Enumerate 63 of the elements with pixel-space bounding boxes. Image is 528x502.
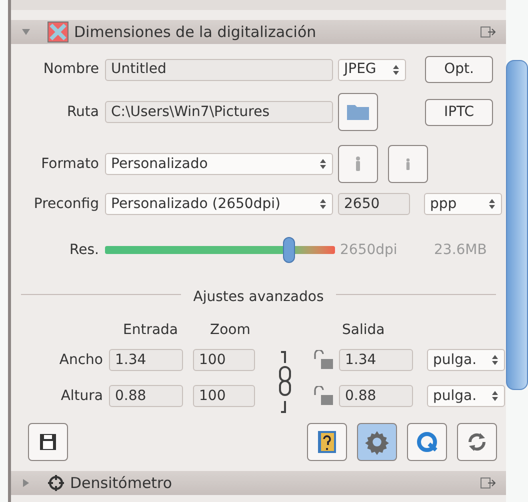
updown-icon — [491, 354, 499, 366]
save-button[interactable] — [28, 423, 68, 461]
column-header: Zoom — [210, 321, 252, 340]
unit-select[interactable]: ppp — [424, 193, 502, 215]
name-field[interactable]: Untitled — [105, 58, 333, 80]
iptc-button[interactable]: IPTC — [425, 98, 493, 126]
section-title: Densitómetro — [70, 472, 172, 494]
field-label: Formato — [40, 154, 100, 174]
resolution-reading: 2650dpi — [340, 240, 398, 260]
updown-icon — [491, 390, 499, 402]
file-size: 23.6MB — [434, 240, 487, 260]
gear-icon — [364, 429, 390, 455]
folder-button[interactable] — [338, 93, 378, 131]
unit-select[interactable]: pulga. — [427, 349, 505, 371]
detach-icon[interactable] — [480, 477, 496, 489]
section-header[interactable]: Dimensiones de la digitalización — [11, 20, 506, 44]
help-book-icon — [316, 430, 338, 454]
preset-select[interactable]: Personalizado (2650dpi) — [105, 193, 333, 215]
detach-icon[interactable] — [480, 26, 496, 38]
field-label: Preconfig — [32, 194, 100, 214]
section-header[interactable]: Densitómetro — [11, 471, 506, 495]
options-button[interactable]: Opt. — [425, 56, 493, 83]
lock-icon — [313, 350, 335, 370]
chain-link-icon — [277, 351, 291, 413]
output-size-field[interactable]: 1.34 — [339, 349, 413, 371]
updown-icon — [488, 198, 496, 210]
reset-button[interactable] — [457, 423, 497, 461]
zoom-field[interactable]: 100 — [193, 385, 255, 407]
refresh-preview-icon — [415, 430, 439, 454]
field-label: Ruta — [66, 102, 100, 122]
crosshair-icon — [47, 474, 65, 492]
preview-button[interactable] — [407, 423, 447, 461]
slider-thumb[interactable] — [283, 237, 295, 263]
gear-button[interactable] — [357, 423, 397, 461]
column-header: Salida — [342, 321, 385, 340]
path-field[interactable]: C:\Users\Win7\Pictures — [105, 101, 333, 123]
help-button[interactable] — [307, 423, 347, 461]
lock-icon — [313, 386, 335, 406]
field-label: Nombre — [42, 60, 100, 79]
section-title: Dimensiones de la digitalización — [74, 22, 316, 43]
zoom-field[interactable]: 100 — [193, 349, 255, 371]
group-title: Ajustes avanzados — [192, 288, 325, 307]
resolution-slider[interactable] — [105, 237, 335, 263]
unit-select[interactable]: pulga. — [427, 385, 505, 407]
landscape-button[interactable] — [388, 145, 428, 183]
updown-icon — [319, 158, 327, 170]
field-label: Ancho — [58, 350, 104, 370]
portrait-button[interactable] — [338, 145, 378, 183]
output-size-field[interactable]: 0.88 — [339, 385, 413, 407]
column-header: Entrada — [123, 321, 180, 340]
folder-icon — [346, 103, 370, 121]
field-label: Altura — [60, 386, 104, 406]
updown-icon — [392, 64, 400, 76]
format-preset-select[interactable]: Personalizado — [105, 153, 333, 175]
input-size-field[interactable]: 1.34 — [109, 349, 183, 371]
field-label: Res. — [68, 240, 100, 260]
scrollbar[interactable] — [506, 60, 528, 390]
resolution-field[interactable]: 2650 — [338, 193, 410, 215]
floppy-icon — [39, 433, 57, 451]
format-select[interactable]: JPEG — [338, 58, 406, 80]
crop-icon — [47, 21, 69, 43]
input-size-field[interactable]: 0.88 — [109, 385, 183, 407]
updown-icon — [319, 198, 327, 210]
